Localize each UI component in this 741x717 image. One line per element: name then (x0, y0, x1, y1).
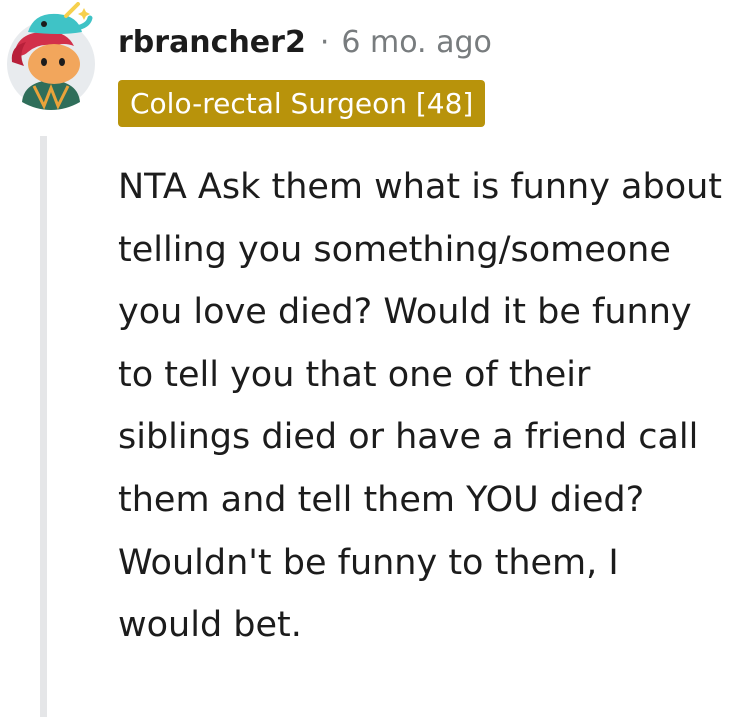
meta-separator: · (319, 24, 330, 60)
comment-body-text: NTA Ask them what is funny about telling… (118, 167, 723, 646)
user-flair-badge: Colo-rectal Surgeon [48] (118, 80, 486, 127)
snoo-avatar-icon (7, 2, 95, 110)
thread-collapse-line[interactable] (40, 136, 47, 717)
comment-author-link[interactable]: rbrancher2 (118, 25, 306, 60)
user-avatar[interactable] (4, 2, 98, 112)
comment-meta: rbrancher2 · 6 mo. ago (118, 20, 492, 64)
comment-timestamp[interactable]: 6 mo. ago (341, 25, 492, 60)
